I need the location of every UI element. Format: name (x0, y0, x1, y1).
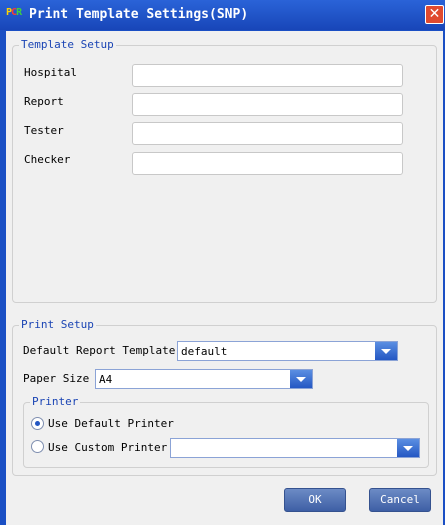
checker-label: Checker (24, 153, 71, 166)
template-setup-legend: Template Setup (19, 38, 116, 51)
title-bar[interactable]: PCR Print Template Settings(SNP) ✕ (0, 0, 445, 30)
default-report-template-value: default (181, 345, 228, 358)
hospital-input[interactable] (132, 64, 403, 87)
dialog-body: Template Setup Hospital Report Tester Ch… (6, 31, 443, 525)
print-setup-group: Print Setup Default Report Template defa… (12, 318, 437, 476)
paper-size-label: Paper Size (23, 372, 90, 385)
checker-input[interactable] (132, 152, 403, 175)
printer-group: Printer Use Default Printer Use Custom P… (23, 395, 429, 468)
report-label: Report (24, 95, 64, 108)
hospital-label: Hospital (24, 66, 77, 79)
paper-size-select[interactable]: A4 (95, 369, 313, 389)
use-custom-printer-label[interactable]: Use Custom Printer (48, 441, 167, 454)
window-title: Print Template Settings(SNP) (29, 7, 249, 22)
tester-input[interactable] (132, 122, 403, 145)
default-report-template-label: Default Report Template (23, 344, 176, 357)
template-setup-group: Template Setup Hospital Report Tester Ch… (12, 38, 437, 303)
default-report-template-select[interactable]: default (177, 341, 398, 361)
tester-label: Tester (24, 124, 64, 137)
use-default-printer-label[interactable]: Use Default Printer (48, 417, 174, 430)
app-icon: PCR (6, 7, 22, 18)
custom-printer-select[interactable] (170, 438, 420, 458)
dialog-window: PCR Print Template Settings(SNP) ✕ Templ… (0, 0, 445, 525)
chevron-down-icon[interactable] (290, 370, 312, 388)
cancel-button[interactable]: Cancel (369, 488, 431, 512)
use-default-printer-radio[interactable] (31, 417, 44, 430)
close-button[interactable]: ✕ (425, 5, 444, 24)
use-custom-printer-radio[interactable] (31, 440, 44, 453)
chevron-down-icon[interactable] (375, 342, 397, 360)
report-input[interactable] (132, 93, 403, 116)
ok-button[interactable]: OK (284, 488, 346, 512)
printer-legend: Printer (30, 395, 81, 408)
paper-size-value: A4 (99, 373, 113, 386)
print-setup-legend: Print Setup (19, 318, 96, 331)
chevron-down-icon[interactable] (397, 439, 419, 457)
